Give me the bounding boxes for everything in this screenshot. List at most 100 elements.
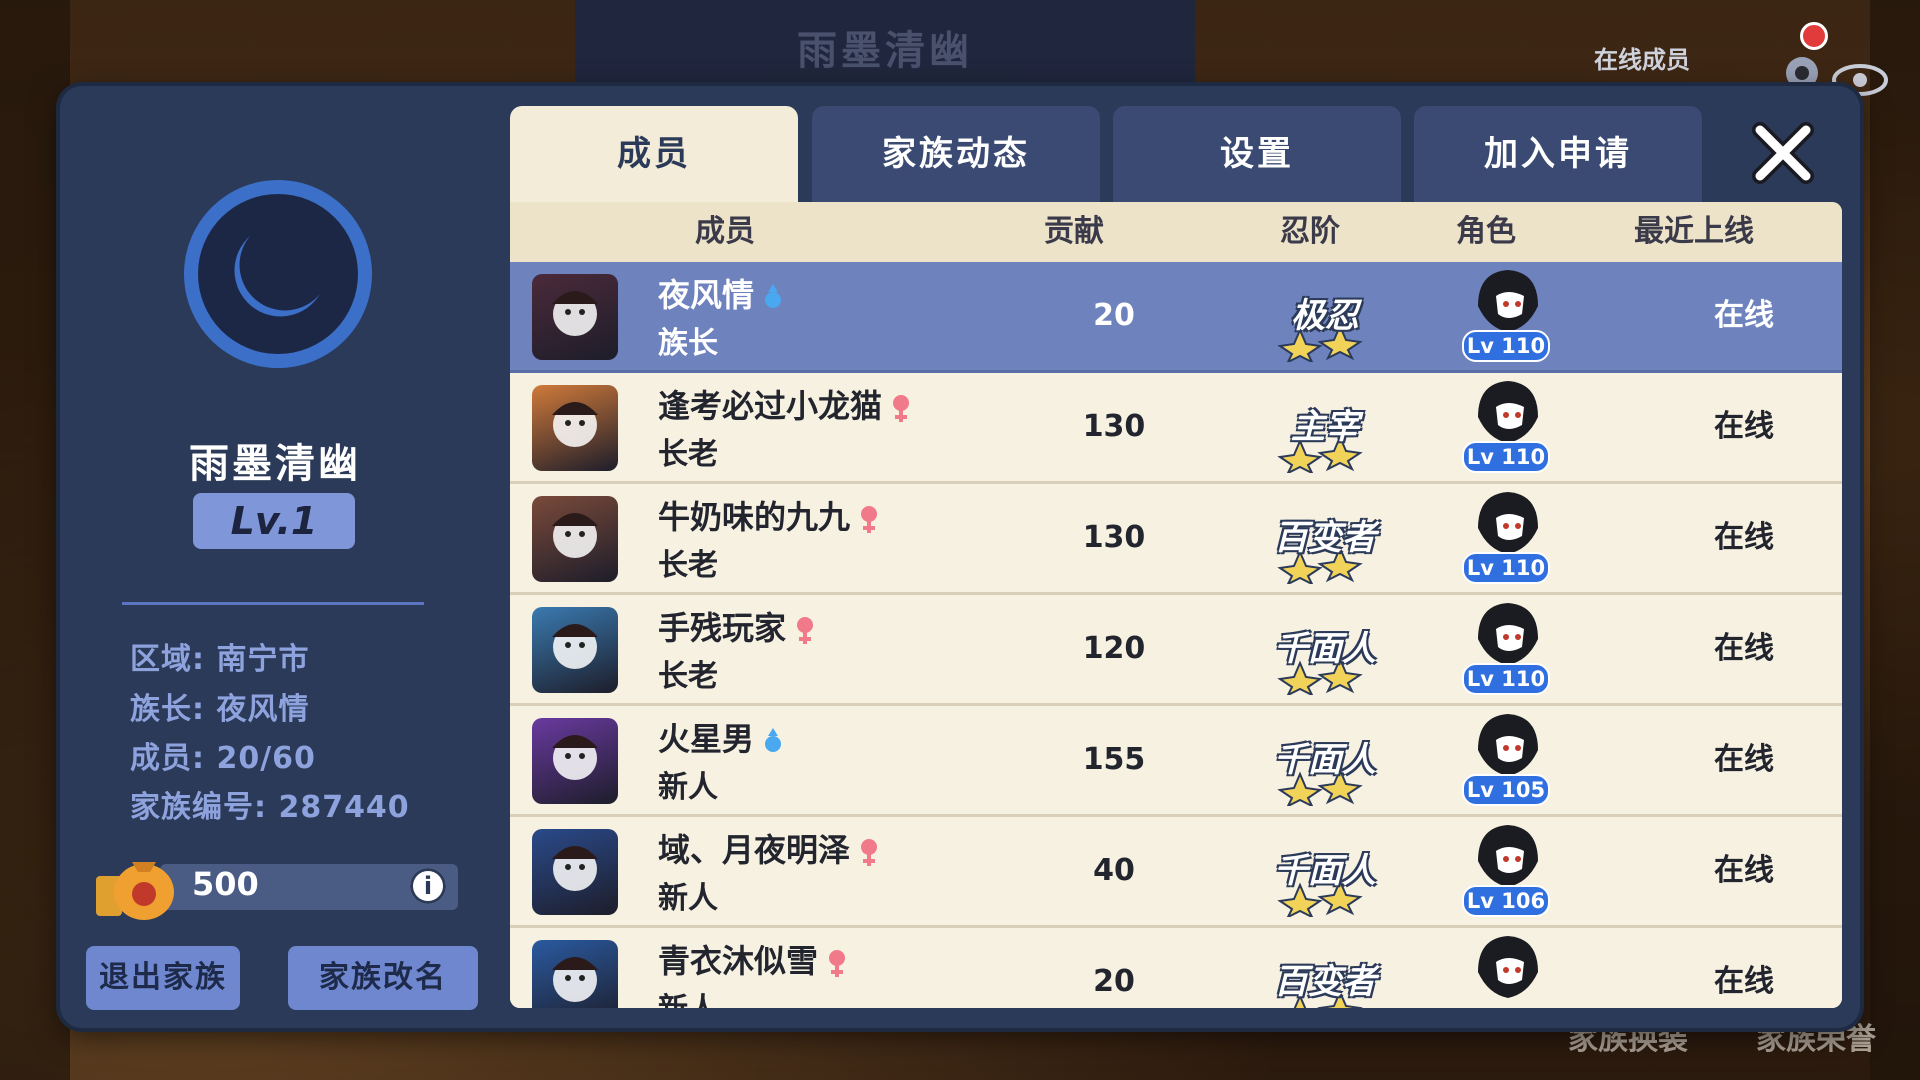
member-rank: 长老 bbox=[658, 548, 718, 583]
header-last-online: 最近上线 bbox=[1634, 214, 1754, 249]
table-row[interactable]: 逢考必过小龙猫 长老 130 主宰 Lv 110 在线 bbox=[510, 373, 1842, 484]
female-icon bbox=[829, 950, 846, 977]
role-character-icon bbox=[1478, 492, 1538, 554]
tab-members[interactable]: 成员 bbox=[510, 106, 798, 202]
member-rank: 新人 bbox=[658, 984, 718, 1008]
ninja-rank-badge: 千面人 bbox=[1260, 714, 1390, 806]
member-contribution: 130 bbox=[1082, 520, 1146, 555]
clan-member-count: 成员: 20/60 bbox=[130, 741, 316, 776]
member-last-online: 在线 bbox=[1714, 631, 1774, 666]
table-header: 成员 贡献 忍阶 角色 最近上线 bbox=[510, 202, 1842, 262]
bg-pillar-right bbox=[1870, 0, 1920, 1080]
ninja-rank-text: 百变者 bbox=[1274, 518, 1376, 558]
table-row[interactable]: 火星男 新人 155 千面人 Lv 105 在线 bbox=[510, 706, 1842, 817]
member-rank: 族长 bbox=[658, 326, 718, 361]
member-last-online: 在线 bbox=[1714, 520, 1774, 555]
header-role: 角色 bbox=[1456, 214, 1516, 249]
ninja-portrait-icon bbox=[552, 735, 598, 780]
member-name: 火星男 bbox=[658, 720, 755, 758]
role-level-tag: Lv 106 bbox=[1462, 885, 1550, 917]
clan-emblem-icon bbox=[184, 180, 372, 368]
coin-bag-icon bbox=[96, 862, 174, 920]
ninja-rank-text: 千面人 bbox=[1274, 740, 1376, 780]
ninja-portrait-icon bbox=[552, 846, 598, 891]
ninja-portrait-icon bbox=[552, 957, 598, 1002]
bg-online-members-label: 在线成员 bbox=[1594, 46, 1690, 74]
ninja-rank-badge: 千面人 bbox=[1260, 603, 1390, 695]
tab-clan-activity[interactable]: 家族动态 bbox=[812, 106, 1100, 202]
member-rank: 新人 bbox=[658, 770, 718, 805]
ninja-rank-text: 极忍 bbox=[1291, 296, 1359, 336]
member-name: 手残玩家 bbox=[658, 609, 787, 647]
table-row[interactable]: 牛奶味的九九 长老 130 百变者 Lv 110 在线 bbox=[510, 484, 1842, 595]
member-last-online: 在线 bbox=[1714, 964, 1774, 999]
tab-join-requests[interactable]: 加入申请 bbox=[1414, 106, 1702, 202]
role-character-icon bbox=[1478, 936, 1538, 998]
clan-leader: 族长: 夜风情 bbox=[130, 692, 310, 727]
member-name: 牛奶味的九九 bbox=[658, 498, 851, 536]
table-row[interactable]: 手残玩家 长老 120 千面人 Lv 110 在线 bbox=[510, 595, 1842, 706]
clan-region: 区域: 南宁市 bbox=[130, 642, 310, 677]
male-icon bbox=[765, 728, 782, 752]
table-row[interactable]: 夜风情 族长 20 极忍 Lv 110 在线 bbox=[510, 262, 1842, 373]
leave-clan-button[interactable]: 退出家族 bbox=[86, 946, 240, 1010]
ninja-portrait-icon bbox=[552, 291, 598, 336]
member-name: 青衣沐似雪 bbox=[658, 942, 819, 980]
member-avatar[interactable] bbox=[532, 274, 618, 360]
ninja-rank-badge: 百变者 bbox=[1260, 936, 1390, 1008]
role-character-icon bbox=[1478, 603, 1538, 665]
ninja-portrait-icon bbox=[552, 402, 598, 447]
ninja-rank-text: 主宰 bbox=[1291, 407, 1359, 447]
member-contribution: 130 bbox=[1082, 409, 1146, 444]
table-row[interactable]: 青衣沐似雪 新人 20 百变者 在线 bbox=[510, 928, 1842, 1008]
female-icon bbox=[893, 395, 910, 422]
member-table: 成员 贡献 忍阶 角色 最近上线 夜风情 族长 20 极忍 Lv 110 在线 … bbox=[510, 202, 1842, 1008]
female-icon bbox=[797, 617, 814, 644]
member-avatar[interactable] bbox=[532, 829, 618, 915]
bg-banner-title: 雨墨清幽 bbox=[797, 28, 973, 74]
female-icon bbox=[861, 506, 878, 533]
member-avatar[interactable] bbox=[532, 718, 618, 804]
header-member: 成员 bbox=[695, 214, 755, 249]
tab-settings[interactable]: 设置 bbox=[1113, 106, 1401, 202]
rename-clan-button[interactable]: 家族改名 bbox=[288, 946, 478, 1010]
role-level-tag: Lv 110 bbox=[1462, 330, 1550, 362]
table-row[interactable]: 域、月夜明泽 新人 40 千面人 Lv 106 在线 bbox=[510, 817, 1842, 928]
member-name-line: 青衣沐似雪 bbox=[658, 936, 848, 982]
member-rank: 长老 bbox=[658, 437, 718, 472]
member-avatar[interactable] bbox=[532, 940, 618, 1008]
clan-id: 家族编号: 287440 bbox=[130, 790, 410, 825]
ninja-rank-text: 千面人 bbox=[1274, 629, 1376, 669]
clan-name: 雨墨清幽 bbox=[189, 441, 361, 487]
bg-clan-banner: 雨墨清幽 bbox=[575, 0, 1195, 90]
ninja-rank-badge: 极忍 bbox=[1260, 270, 1390, 362]
member-last-online: 在线 bbox=[1714, 853, 1774, 888]
member-name: 夜风情 bbox=[658, 276, 755, 314]
member-avatar[interactable] bbox=[532, 607, 618, 693]
role-character-icon bbox=[1478, 270, 1538, 332]
info-icon[interactable]: i bbox=[410, 868, 446, 904]
female-icon bbox=[861, 839, 878, 866]
role-level-tag: Lv 110 bbox=[1462, 663, 1550, 695]
member-contribution: 20 bbox=[1093, 298, 1135, 333]
role-level-tag: Lv 105 bbox=[1462, 774, 1550, 806]
member-rank: 长老 bbox=[658, 659, 718, 694]
role-character-icon bbox=[1478, 381, 1538, 443]
ninja-portrait-icon bbox=[552, 624, 598, 669]
role-character-icon bbox=[1478, 714, 1538, 776]
close-icon[interactable] bbox=[1750, 120, 1816, 186]
notification-dot-icon bbox=[1800, 22, 1828, 50]
ninja-rank-text: 百变者 bbox=[1274, 962, 1376, 1002]
ninja-rank-text: 千面人 bbox=[1274, 851, 1376, 891]
member-last-online: 在线 bbox=[1714, 409, 1774, 444]
member-name-line: 火星男 bbox=[658, 714, 784, 760]
member-name-line: 夜风情 bbox=[658, 270, 784, 316]
member-name: 域、月夜明泽 bbox=[658, 831, 851, 869]
header-ninja-rank: 忍阶 bbox=[1280, 214, 1340, 249]
clan-level-badge: Lv.1 bbox=[193, 493, 355, 549]
ninja-rank-badge: 千面人 bbox=[1260, 825, 1390, 917]
member-avatar[interactable] bbox=[532, 496, 618, 582]
member-name-line: 域、月夜明泽 bbox=[658, 825, 880, 871]
member-avatar[interactable] bbox=[532, 385, 618, 471]
ninja-portrait-icon bbox=[552, 513, 598, 558]
